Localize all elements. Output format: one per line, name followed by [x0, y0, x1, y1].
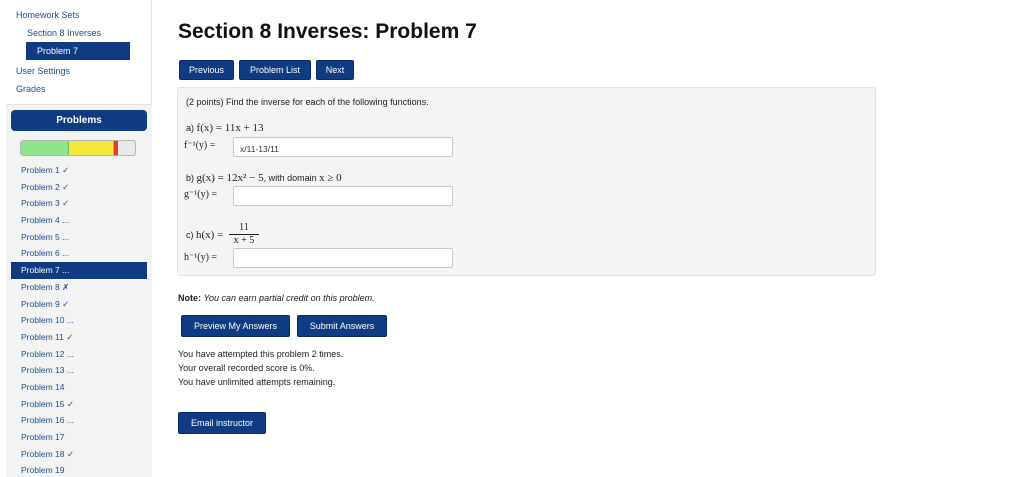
part-a-inverse-label: f⁻¹(y) =	[184, 140, 216, 151]
problem-intro: (2 points) Find the inverse for each of …	[186, 97, 429, 107]
next-button[interactable]: Next	[316, 60, 354, 80]
part-b-label: b)	[186, 173, 195, 183]
nav-section[interactable]: Section 8 Inverses	[27, 28, 101, 38]
sidebar-problem-item[interactable]: Problem 15 ✓	[11, 396, 147, 413]
part-c-answer-input[interactable]	[233, 248, 453, 268]
part-c-prompt: c) h(x) =	[186, 229, 223, 241]
page-title: Section 8 Inverses: Problem 7	[178, 20, 477, 43]
part-b-answer-input[interactable]	[233, 186, 453, 206]
sidebar-problem-item[interactable]: Problem 14	[11, 379, 147, 396]
part-a-prompt: a) f(x) = 11x + 13	[186, 122, 264, 134]
sidebar-problem-item[interactable]: Problem 10 ...	[11, 312, 147, 329]
part-b-domain: x ≥ 0	[319, 172, 342, 184]
sidebar-problem-item[interactable]: Problem 5 ...	[11, 229, 147, 246]
problem-list-button[interactable]: Problem List	[239, 60, 311, 80]
part-b-inverse-label: g⁻¹(y) =	[184, 189, 218, 200]
previous-button[interactable]: Previous	[179, 60, 234, 80]
sidebar-problem-item[interactable]: Problem 9 ✓	[11, 296, 147, 313]
progress-bar	[20, 140, 136, 156]
partial-credit-note: Note: You can earn partial credit on thi…	[178, 293, 375, 303]
status-attempts: You have attempted this problem 2 times.	[178, 349, 344, 359]
sidebar: Homework Sets Section 8 Inverses Problem…	[0, 0, 152, 477]
nav-grades[interactable]: Grades	[16, 84, 46, 94]
nav-homework-sets[interactable]: Homework Sets	[16, 10, 80, 20]
problems-heading: Problems	[11, 110, 147, 131]
part-c-numerator: 11	[229, 221, 259, 235]
part-c-inverse-label: h⁻¹(y) =	[184, 252, 218, 263]
sidebar-problem-item[interactable]: Problem 12 ...	[11, 346, 147, 363]
email-instructor-button[interactable]: Email instructor	[178, 412, 266, 434]
sidebar-problem-item[interactable]: Problem 4 ...	[11, 212, 147, 229]
part-c-label: c)	[186, 230, 194, 240]
part-c-fraction: 11 x + 5	[229, 221, 259, 247]
sidebar-problem-item[interactable]: Problem 8 ✗	[11, 279, 147, 296]
part-b-domain-text: , with domain	[263, 173, 317, 183]
sidebar-problem-item[interactable]: Problem 17	[11, 429, 147, 446]
sidebar-problem-item[interactable]: Problem 3 ✓	[11, 195, 147, 212]
sidebar-problem-item[interactable]: Problem 16 ...	[11, 412, 147, 429]
status-score: Your overall recorded score is 0%.	[178, 363, 315, 373]
progress-partial	[68, 141, 115, 155]
note-text: You can earn partial credit on this prob…	[203, 293, 375, 303]
problem-list: Problem 1 ✓ Problem 2 ✓ Problem 3 ✓ Problem…	[11, 162, 147, 477]
part-a-label: a)	[186, 123, 195, 133]
part-c-denominator: x + 5	[233, 235, 255, 246]
part-c-function: h(x) =	[196, 229, 224, 241]
note-label: Note:	[178, 293, 201, 303]
sidebar-problem-item[interactable]: Problem 2 ✓	[11, 179, 147, 196]
part-b-prompt: b) g(x) = 12x² − 5, with domain x ≥ 0	[186, 172, 342, 184]
sidebar-problem-item[interactable]: Problem 19	[11, 462, 147, 477]
sidebar-problem-item[interactable]: Problem 11 ✓	[11, 329, 147, 346]
sidebar-problem-item[interactable]: Problem 6 ...	[11, 245, 147, 262]
sidebar-problem-item[interactable]: Problem 1 ✓	[11, 162, 147, 179]
part-a-function: f(x) = 11x + 13	[196, 122, 264, 134]
submit-answers-button[interactable]: Submit Answers	[297, 315, 387, 337]
preview-answers-button[interactable]: Preview My Answers	[181, 315, 290, 337]
part-a-answer-input[interactable]	[233, 137, 453, 157]
status-remaining: You have unlimited attempts remaining.	[178, 377, 336, 387]
sidebar-problem-item[interactable]: Problem 13 ...	[11, 362, 147, 379]
progress-correct	[21, 141, 69, 155]
nav-current-problem[interactable]: Problem 7	[26, 42, 130, 60]
nav-user-settings[interactable]: User Settings	[16, 66, 70, 76]
part-b-function: g(x) = 12x² − 5	[196, 172, 264, 184]
progress-incorrect	[114, 141, 118, 155]
sidebar-problem-item[interactable]: Problem 18 ✓	[11, 446, 147, 463]
sidebar-problem-item[interactable]: Problem 7 ...	[11, 262, 147, 279]
